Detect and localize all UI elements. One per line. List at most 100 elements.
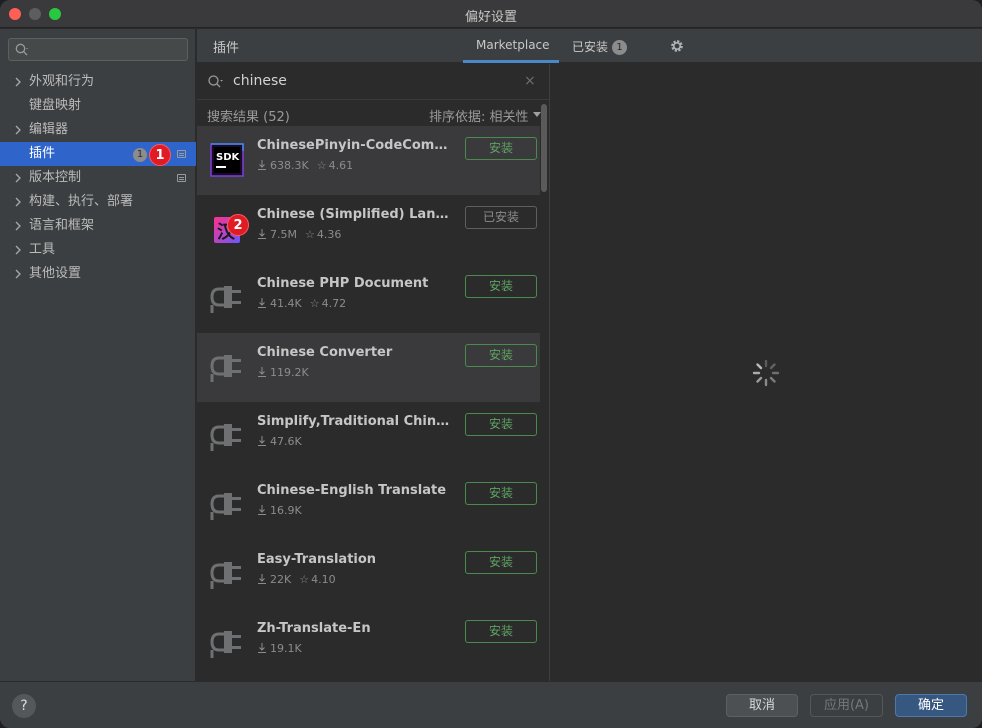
plugin-downloads: 16.9K <box>270 504 302 517</box>
page-title: 插件 <box>213 41 240 56</box>
chevron-right-icon <box>15 173 21 183</box>
plugin-list-item[interactable]: Zh-Translate-En 19.1K 安装 <box>197 609 540 678</box>
plugin-name: Chinese (Simplified) Langua... <box>257 207 455 222</box>
project-level-icon <box>177 150 186 158</box>
plugin-downloads: 638.3K <box>270 159 309 172</box>
star-icon: ☆ <box>299 573 310 586</box>
plugin-downloads: 47.6K <box>270 435 302 448</box>
download-icon <box>258 436 266 446</box>
clear-search-icon[interactable]: × <box>524 73 536 89</box>
sidebar-item-other-settings[interactable]: 其他设置 <box>0 262 196 286</box>
plugin-name: Chinese PHP Document <box>257 276 429 291</box>
plugin-name: Easy-Translation <box>257 552 377 567</box>
plugin-name: Chinese-English Translate <box>257 483 447 498</box>
settings-search-input[interactable] <box>8 38 188 61</box>
install-button[interactable]: 安装 <box>465 137 537 160</box>
plugin-list-item[interactable]: Chinese-English Translate 16.9K 安装 <box>197 471 540 540</box>
apply-button[interactable]: 应用(A) <box>810 694 883 717</box>
plugin-rating: 4.10 <box>311 573 336 586</box>
plugin-plug-icon <box>210 562 241 589</box>
download-icon <box>258 367 266 377</box>
search-icon <box>15 43 28 56</box>
plugin-name: Chinese Converter <box>257 345 393 360</box>
sort-dropdown[interactable]: 排序依据: 相关性 <box>429 106 529 125</box>
loading-spinner-icon <box>752 359 780 387</box>
plugin-list-item[interactable]: Chinese Converter 119.2K 安装 <box>197 333 540 402</box>
help-button[interactable]: ? <box>12 694 36 718</box>
ok-button[interactable]: 确定 <box>895 694 967 717</box>
install-button[interactable]: 安装 <box>465 344 537 367</box>
dialog-footer: ? 取消 应用(A) 确定 <box>0 681 982 728</box>
plugin-list-item[interactable]: 汉 Chinese (Simplified) Langua... 7.5M☆4.… <box>197 195 540 264</box>
tab-installed[interactable]: 已安装 1 <box>572 38 628 55</box>
sidebar-item-editor[interactable]: 编辑器 <box>0 118 196 142</box>
sidebar-item-languages[interactable]: 语言和框架 <box>0 214 196 238</box>
sidebar-item-label: 工具 <box>29 242 56 257</box>
sidebar-item-appearance[interactable]: 外观和行为 <box>0 70 196 94</box>
tab-marketplace[interactable]: Marketplace <box>476 38 550 52</box>
star-icon: ☆ <box>304 228 315 241</box>
download-icon <box>258 298 266 308</box>
install-button[interactable]: 安装 <box>465 551 537 574</box>
installed-button[interactable]: 已安装 <box>465 206 537 229</box>
plugin-meta: 22K ☆ 4.10 <box>257 573 336 586</box>
chevron-down-icon[interactable] <box>533 112 541 117</box>
install-button[interactable]: 安装 <box>465 482 537 505</box>
chevron-right-icon <box>15 125 21 135</box>
sidebar-item-label: 语言和框架 <box>29 218 95 233</box>
plugin-meta: 41.4K ☆ 4.72 <box>257 297 346 310</box>
cancel-button[interactable]: 取消 <box>726 694 798 717</box>
sidebar-item-label: 键盘映射 <box>29 98 82 113</box>
install-button[interactable]: 安装 <box>465 275 537 298</box>
plugin-list-item[interactable]: Easy-Translation 22K ☆ 4.10 安装 <box>197 540 540 609</box>
plugin-plug-icon <box>210 631 241 658</box>
preferences-window: 偏好设置 外观和行为 键盘映射 编辑器 插件 1 版本控制 构建、执行、部署 语… <box>0 0 982 728</box>
download-icon <box>258 643 266 653</box>
star-icon: ☆ <box>309 297 320 310</box>
plugin-list-item[interactable]: SDK ChinesePinyin-CodeComple... 638.3K ☆ 4… <box>197 126 540 195</box>
tab-installed-label: 已安装 <box>572 40 609 54</box>
plugin-list-item[interactable]: Chinese PHP Document 41.4K ☆ 4.72 安装 <box>197 264 540 333</box>
annotation-marker-1: 1 <box>149 144 171 166</box>
search-icon <box>208 75 223 88</box>
sidebar-item-label: 外观和行为 <box>29 74 95 89</box>
results-bar: 搜索结果 (52) 排序依据: 相关性 <box>197 101 549 127</box>
installed-count-badge: 1 <box>612 40 628 55</box>
chevron-right-icon <box>15 245 21 255</box>
chevron-right-icon <box>15 77 21 87</box>
plugin-rating: 4.61 <box>328 159 354 172</box>
title-bar: 偏好设置 <box>0 0 982 28</box>
plugin-downloads: 19.1K <box>270 642 302 655</box>
sidebar-item-label: 其他设置 <box>29 266 82 281</box>
plugins-header: 插件 Marketplace 已安装 1 <box>197 29 982 63</box>
plugin-name: ChinesePinyin-CodeComple... <box>257 138 455 153</box>
sidebar-item-label: 构建、执行、部署 <box>29 194 134 209</box>
sidebar-item-keymap[interactable]: 键盘映射 <box>0 94 196 118</box>
chevron-right-icon <box>15 269 21 279</box>
list-scrollbar[interactable] <box>541 104 547 192</box>
plugin-list-item[interactable]: Simplify,Traditional Chines... 47.6K 安装 <box>197 402 540 471</box>
sidebar-item-version-control[interactable]: 版本控制 <box>0 166 196 190</box>
plugin-meta: 7.5M ☆ 4.36 <box>257 228 341 241</box>
plugin-downloads: 119.2K <box>270 366 309 379</box>
annotation-marker-2: 2 <box>227 214 249 236</box>
plugin-plug-icon <box>210 286 241 313</box>
star-icon: ☆ <box>316 159 327 172</box>
sidebar-item-tools[interactable]: 工具 <box>0 238 196 262</box>
plugin-meta: 638.3K ☆ 4.61 <box>257 159 353 172</box>
sdk-icon: SDK <box>210 143 244 177</box>
install-button[interactable]: 安装 <box>465 620 537 643</box>
install-button[interactable]: 安装 <box>465 413 537 436</box>
chevron-right-icon <box>15 221 21 231</box>
active-tab-indicator <box>463 60 559 63</box>
sidebar-item-label: 版本控制 <box>29 170 82 185</box>
project-level-icon <box>177 174 186 182</box>
plugin-meta: 19.1K <box>257 642 302 655</box>
svg-text:SDK: SDK <box>216 152 241 163</box>
plugin-plug-icon <box>210 355 241 382</box>
plugin-list-panel: chinese × 搜索结果 (52) 排序依据: 相关性 SDK Chines… <box>197 64 550 681</box>
plugin-search-input[interactable]: chinese × <box>197 64 549 100</box>
sidebar-item-build[interactable]: 构建、执行、部署 <box>0 190 196 214</box>
plugin-downloads: 22K <box>270 573 292 586</box>
gear-icon[interactable] <box>669 38 685 54</box>
